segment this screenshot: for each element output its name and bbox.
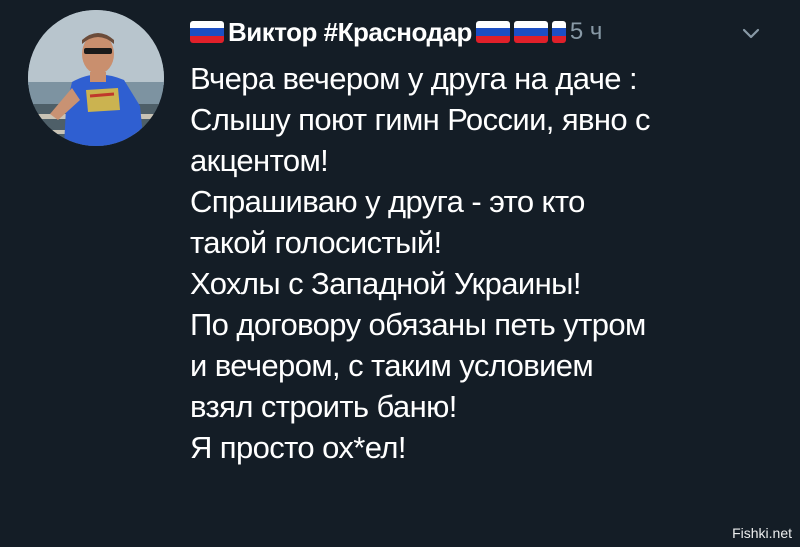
tweet-text-line: акцентом! bbox=[190, 143, 329, 178]
tweet-text: Вчера вечером у друга на даче : Слышу по… bbox=[190, 58, 780, 468]
tweet-timestamp[interactable]: 5 ч bbox=[570, 18, 603, 46]
tweet-text-line: взял строить баню! bbox=[190, 389, 457, 424]
avatar-photo-icon bbox=[28, 10, 164, 146]
russian-flag-icon bbox=[475, 21, 510, 43]
tweet-header: Виктор #Краснодар 5 ч bbox=[188, 14, 602, 50]
tweet-text-line: такой голосистый! bbox=[190, 225, 442, 260]
russian-flag-icon bbox=[513, 21, 548, 43]
tweet-card: Виктор #Краснодар 5 ч Вчера вечером у др… bbox=[0, 0, 800, 547]
tweet-text-line: Вчера вечером у друга на даче : bbox=[190, 61, 638, 96]
tweet-text-line: Слышу поют гимн России, явно с bbox=[190, 102, 651, 137]
tweet-text-line: По договору обязаны петь утром bbox=[190, 307, 646, 342]
tweet-text-line: и вечером, с таким условием bbox=[190, 348, 594, 383]
tweet-text-line: Я просто ох*ел! bbox=[190, 430, 406, 465]
russian-flag-icon bbox=[551, 21, 566, 43]
russian-flag-icon bbox=[190, 21, 224, 43]
author-name[interactable]: Виктор #Краснодар bbox=[228, 17, 472, 48]
tweet-text-line: Спрашиваю у друга - это кто bbox=[190, 184, 585, 219]
author-avatar[interactable] bbox=[28, 10, 164, 146]
watermark: Fishki.net bbox=[732, 525, 792, 541]
chevron-down-icon[interactable] bbox=[740, 22, 762, 44]
tweet-text-line: Хохлы с Западной Украины! bbox=[190, 266, 581, 301]
